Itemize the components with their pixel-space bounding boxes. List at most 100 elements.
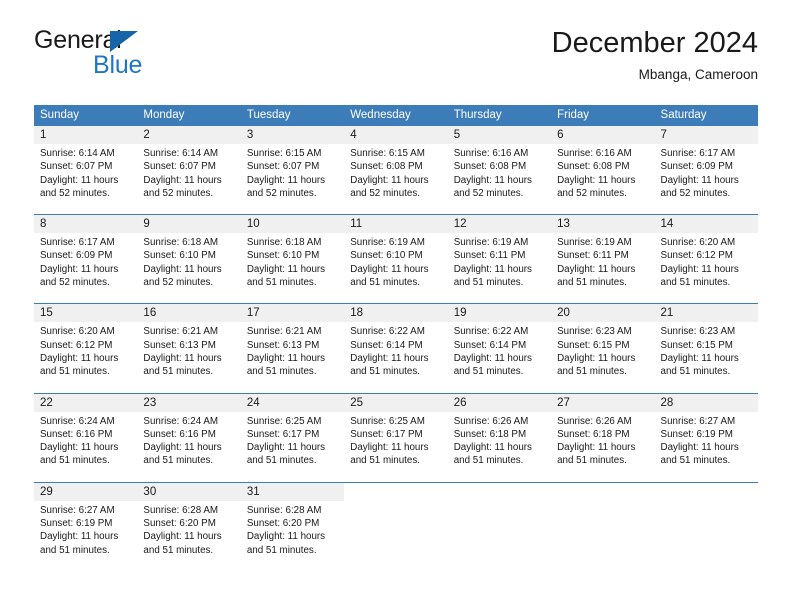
day-details: Sunrise: 6:24 AM Sunset: 6:16 PM Daylight:… <box>34 411 138 483</box>
sunrise-text: Sunrise: 6:21 AM <box>143 326 219 338</box>
daylight-text: Daylight: 11 hours and 52 minutes. <box>246 174 326 199</box>
sunset-text: Sunset: 6:19 PM <box>660 428 733 440</box>
page-subtitle: Mbanga, Cameroon <box>638 67 758 82</box>
day-details: Sunrise: 6:19 AM Sunset: 6:11 PM Daylight:… <box>447 233 552 304</box>
sunrise-text: Sunrise: 6:19 AM <box>557 237 632 249</box>
day-number[interactable]: 12 <box>447 214 552 234</box>
day-number[interactable]: 21 <box>654 303 758 323</box>
daylight-text: Daylight: 11 hours and 51 minutes. <box>660 263 739 289</box>
daylight-text: Daylight: 11 hours and 51 minutes. <box>453 442 532 467</box>
daylight-text: Daylight: 11 hours and 51 minutes. <box>350 263 429 289</box>
day-number[interactable]: 14 <box>654 214 758 234</box>
daylight-text: Daylight: 11 hours and 52 minutes. <box>40 174 119 199</box>
sunrise-text: Sunrise: 6:26 AM <box>453 415 529 427</box>
sunrise-text: Sunrise: 6:28 AM <box>246 504 322 516</box>
day-number[interactable]: 7 <box>654 126 758 144</box>
day-number[interactable]: 4 <box>344 126 448 144</box>
day-details: Sunrise: 6:16 AM Sunset: 6:08 PM Daylight:… <box>551 144 655 215</box>
calendar-table: Sunday Monday Tuesday Wednesday Thursday… <box>34 105 758 571</box>
day-number[interactable]: 2 <box>137 126 241 144</box>
daylight-text: Daylight: 11 hours and 51 minutes. <box>557 263 636 289</box>
sunset-text: Sunset: 6:13 PM <box>143 339 216 351</box>
sunrise-text: Sunrise: 6:15 AM <box>246 148 322 159</box>
day-number[interactable]: 25 <box>344 392 448 412</box>
daylight-text: Daylight: 11 hours and 51 minutes. <box>660 442 739 467</box>
daylight-text: Daylight: 11 hours and 51 minutes. <box>453 352 532 378</box>
daylight-text: Daylight: 11 hours and 51 minutes. <box>143 352 222 378</box>
day-details: Sunrise: 6:18 AM Sunset: 6:10 PM Daylight:… <box>137 233 241 304</box>
week-detail-row: Sunrise: 6:17 AM Sunset: 6:09 PM Daylight:… <box>34 233 758 304</box>
sunrise-text: Sunrise: 6:25 AM <box>350 415 425 427</box>
day-number[interactable]: 27 <box>551 392 655 412</box>
daylight-text: Daylight: 11 hours and 52 minutes. <box>660 174 739 199</box>
sunset-text: Sunset: 6:16 PM <box>40 428 113 440</box>
day-number[interactable]: 20 <box>551 303 655 323</box>
sunset-text: Sunset: 6:10 PM <box>143 250 216 262</box>
day-number[interactable]: 22 <box>34 392 138 412</box>
day-number[interactable]: 17 <box>240 303 345 323</box>
daylight-text: Daylight: 11 hours and 52 minutes. <box>350 174 429 199</box>
sunset-text: Sunset: 6:07 PM <box>143 161 216 173</box>
calendar-body: 1 2 3 4 5 6 7 Sunrise: 6:14 AM Sunset: 6:07 PM Da… <box>34 126 758 571</box>
week-detail-row: Sunrise: 6:14 AM Sunset: 6:07 PM Daylight:… <box>34 144 758 215</box>
day-number[interactable]: 9 <box>137 214 241 234</box>
sunrise-text: Sunrise: 6:27 AM <box>40 504 115 516</box>
day-number[interactable]: 18 <box>344 303 448 323</box>
day-number[interactable]: 16 <box>137 303 241 323</box>
daylight-text: Daylight: 11 hours and 52 minutes. <box>453 174 532 199</box>
weekday-header-saturday: Saturday <box>654 105 758 126</box>
calendar-page: General Blue December 2024 Mbanga, Camer… <box>0 0 792 612</box>
day-details: Sunrise: 6:14 AM Sunset: 6:07 PM Daylight:… <box>137 144 241 215</box>
day-number[interactable]: 6 <box>551 126 655 144</box>
sunrise-text: Sunrise: 6:16 AM <box>557 148 632 159</box>
day-details: Sunrise: 6:19 AM Sunset: 6:10 PM Daylight:… <box>344 233 448 304</box>
sunrise-text: Sunrise: 6:14 AM <box>143 148 219 159</box>
general-blue-logo[interactable]: General Blue <box>34 26 234 88</box>
day-cell-empty <box>551 481 655 501</box>
day-number[interactable]: 29 <box>34 481 138 501</box>
day-details: Sunrise: 6:24 AM Sunset: 6:16 PM Daylight:… <box>137 411 241 483</box>
day-number[interactable]: 26 <box>447 392 552 412</box>
day-number[interactable]: 30 <box>137 481 241 501</box>
day-cell-empty <box>654 481 758 501</box>
day-number[interactable]: 1 <box>34 126 138 144</box>
day-details: Sunrise: 6:26 AM Sunset: 6:18 PM Daylight:… <box>551 411 655 483</box>
sunset-text: Sunset: 6:09 PM <box>660 161 733 173</box>
daylight-text: Daylight: 11 hours and 51 minutes. <box>143 531 222 556</box>
day-number[interactable]: 28 <box>654 392 758 412</box>
weekday-header-thursday: Thursday <box>447 105 552 126</box>
day-number[interactable]: 15 <box>34 303 138 323</box>
day-number[interactable]: 19 <box>447 303 552 323</box>
sunset-text: Sunset: 6:15 PM <box>557 339 630 351</box>
sunset-text: Sunset: 6:14 PM <box>453 339 527 351</box>
week-daynumber-row: 22 23 24 25 26 27 28 <box>34 392 758 412</box>
day-details: Sunrise: 6:21 AM Sunset: 6:13 PM Daylight:… <box>240 322 345 394</box>
day-number[interactable]: 10 <box>240 214 345 234</box>
page-header: General Blue December 2024 Mbanga, Camer… <box>34 26 758 94</box>
day-cell-empty <box>654 500 758 571</box>
day-number[interactable]: 8 <box>34 214 138 234</box>
day-number[interactable]: 13 <box>551 214 655 234</box>
day-number[interactable]: 5 <box>447 126 552 144</box>
week-daynumber-row: 29 30 31 <box>34 481 758 501</box>
daylight-text: Daylight: 11 hours and 51 minutes. <box>350 352 429 378</box>
day-details: Sunrise: 6:17 AM Sunset: 6:09 PM Daylight:… <box>654 144 758 215</box>
day-number[interactable]: 24 <box>240 392 345 412</box>
sunset-text: Sunset: 6:18 PM <box>453 428 527 440</box>
day-number[interactable]: 11 <box>344 214 448 234</box>
day-number[interactable]: 31 <box>240 481 345 501</box>
sunset-text: Sunset: 6:09 PM <box>40 250 113 262</box>
day-cell-empty <box>344 500 448 571</box>
daylight-text: Daylight: 11 hours and 51 minutes. <box>453 263 532 289</box>
daylight-text: Daylight: 11 hours and 51 minutes. <box>143 442 222 467</box>
day-details: Sunrise: 6:28 AM Sunset: 6:20 PM Daylight:… <box>240 500 345 571</box>
sunset-text: Sunset: 6:20 PM <box>246 518 320 530</box>
day-details: Sunrise: 6:20 AM Sunset: 6:12 PM Daylight:… <box>654 233 758 304</box>
day-number[interactable]: 23 <box>137 392 241 412</box>
day-number[interactable]: 3 <box>240 126 345 144</box>
day-details: Sunrise: 6:22 AM Sunset: 6:14 PM Daylight:… <box>344 322 448 394</box>
daylight-text: Daylight: 11 hours and 52 minutes. <box>40 263 119 289</box>
sunset-text: Sunset: 6:10 PM <box>246 250 320 262</box>
sunset-text: Sunset: 6:07 PM <box>246 161 320 173</box>
sunset-text: Sunset: 6:19 PM <box>40 518 113 530</box>
